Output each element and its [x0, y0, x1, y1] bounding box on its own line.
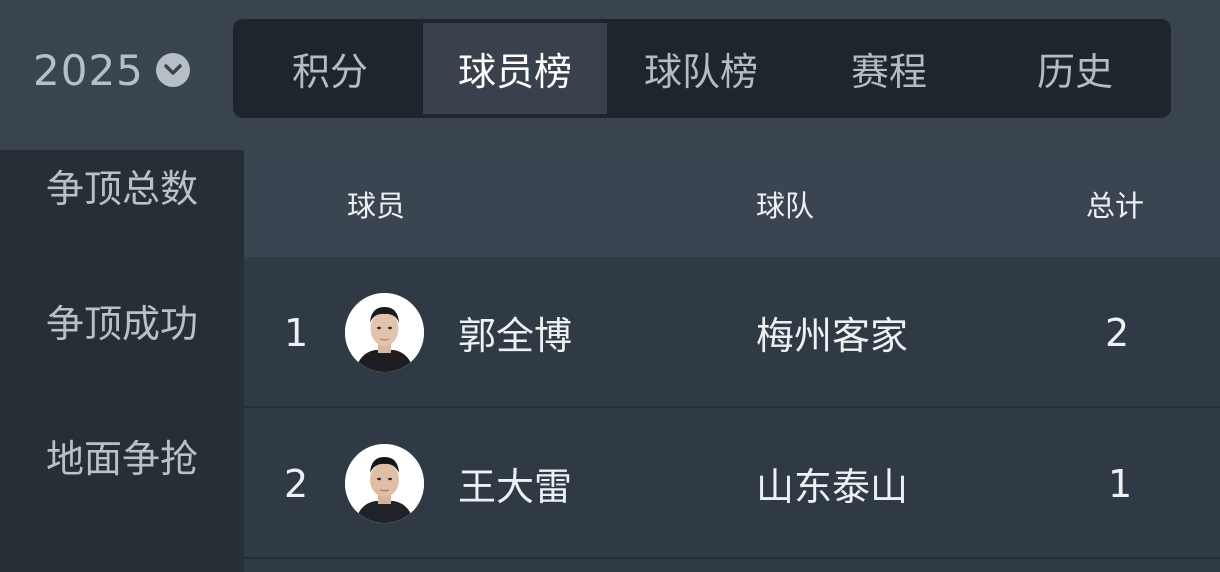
rank-cell: 2: [284, 461, 309, 506]
tab-label: 历史: [1036, 50, 1113, 94]
sidebar-item-label: 争顶总数: [45, 166, 198, 211]
tab-label: 球队榜: [643, 50, 758, 94]
table-row[interactable]: 2 王大雷 山东泰山 1: [244, 408, 1220, 559]
sidebar-item-label: 争顶成功: [45, 301, 198, 346]
table-header: 球员 球队 总计: [244, 150, 1220, 257]
team-name-cell: 梅州客家: [756, 314, 909, 358]
year-selector[interactable]: 2025: [33, 40, 190, 100]
sidebar-item-aerial-duels-total[interactable]: 争顶总数: [0, 145, 244, 225]
top-header: 2025 积分 球员榜 球队榜 赛程 历史: [0, 0, 1220, 150]
sidebar-item-aerial-duels-won[interactable]: 争顶成功: [0, 280, 244, 360]
stat-sidebar: 争顶总数 争顶成功 地面争抢: [0, 150, 244, 572]
tab-team-ranking[interactable]: 球队榜: [607, 23, 795, 114]
column-header-team: 球队: [756, 188, 815, 223]
tab-bar: 积分 球员榜 球队榜 赛程 历史: [233, 19, 1171, 118]
tab-label: 球员榜: [457, 50, 572, 94]
total-cell: 1: [1108, 461, 1133, 506]
year-label: 2025: [33, 45, 144, 95]
tab-standings[interactable]: 积分: [237, 23, 423, 114]
team-name-cell: 山东泰山: [756, 465, 909, 509]
chevron-down-icon[interactable]: [155, 53, 190, 87]
tab-schedule[interactable]: 赛程: [795, 23, 983, 114]
tab-label: 赛程: [850, 50, 927, 94]
player-avatar: [345, 444, 424, 523]
tab-player-ranking[interactable]: 球员榜: [423, 23, 607, 114]
table-row[interactable]: 1 郭全博 梅州客家 2: [244, 257, 1220, 408]
column-header-player: 球员: [347, 188, 406, 223]
tab-history[interactable]: 历史: [983, 23, 1167, 114]
tab-label: 积分: [291, 50, 368, 94]
total-cell: 2: [1105, 310, 1130, 355]
ranking-table: 球员 球队 总计 1 郭全博 梅州客家 2 2 王大雷 山东泰山 1: [244, 150, 1220, 572]
player-name-cell: 王大雷: [458, 465, 573, 509]
player-name-cell: 郭全博: [458, 314, 573, 358]
sidebar-item-ground-duels[interactable]: 地面争抢: [0, 415, 244, 495]
sidebar-item-label: 地面争抢: [45, 436, 198, 481]
column-header-total: 总计: [1086, 188, 1145, 223]
player-avatar: [345, 293, 424, 372]
rank-cell: 1: [284, 310, 309, 355]
